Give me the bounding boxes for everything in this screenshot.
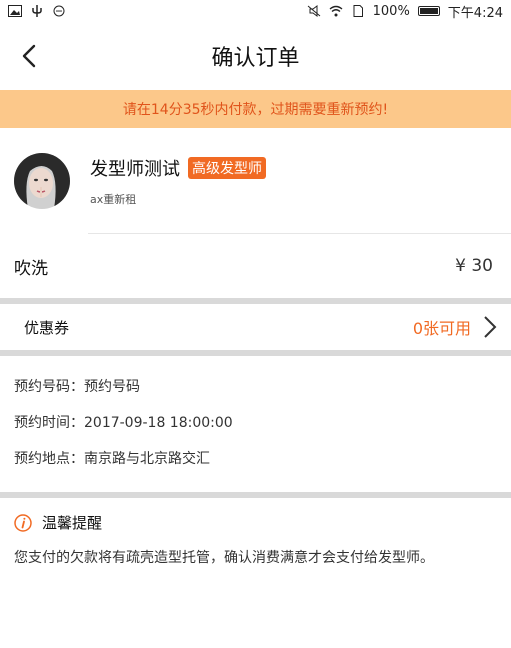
appointment-time: 预约时间：2017-09-18 18:00:00 <box>14 415 233 431</box>
reminder-text: 您支付的欠款将有疏壳造型托管，确认消费满意才会支付给发型师。 <box>14 550 434 566</box>
info-icon <box>14 513 32 532</box>
status-bar: 100% 下午4:24 <box>0 0 511 22</box>
status-right: 100% 下午4:24 <box>307 2 503 21</box>
stylist-text: 发型师测试 高级发型师 ax重新租 <box>90 155 266 207</box>
reminder-header: 温馨提醒 <box>14 512 497 533</box>
image-icon <box>8 5 22 17</box>
stylist-name: 发型师测试 <box>90 158 180 180</box>
service-name: 吹洗 <box>14 258 48 279</box>
usb-icon <box>32 5 42 17</box>
appointment-details: 预约号码：预约号码 预约时间：2017-09-18 18:00:00 预约地点：… <box>0 356 511 492</box>
reminder-section: 温馨提醒 您支付的欠款将有疏壳造型托管，确认消费满意才会支付给发型师。 <box>0 498 511 648</box>
sync-icon <box>53 5 65 17</box>
coupon-label: 优惠券 <box>24 318 70 337</box>
payment-timer-banner: 请在14分35秒内付款，过期需要重新预约! <box>0 90 511 128</box>
page-title: 确认订单 <box>211 46 300 71</box>
service-price: ¥ 30 <box>455 256 493 276</box>
clock: 下午4:24 <box>447 5 503 21</box>
service-row: 吹洗 ¥ 30 <box>0 234 511 298</box>
stylist-name-row: 发型师测试 高级发型师 <box>90 155 266 181</box>
coupon-available-count: 0张可用 <box>412 319 471 338</box>
wifi-icon <box>329 5 343 17</box>
stylist-subtitle: ax重新租 <box>90 192 137 206</box>
stylist-level-badge: 高级发型师 <box>188 156 266 179</box>
battery-percent: 100% <box>372 3 410 19</box>
avatar <box>14 152 70 209</box>
sim-icon <box>353 5 363 17</box>
back-arrow-icon[interactable] <box>16 42 44 70</box>
reminder-title: 温馨提醒 <box>42 514 103 532</box>
battery-icon <box>417 6 440 16</box>
appointment-location: 预约地点：南京路与北京路交汇 <box>14 451 210 467</box>
coupon-row[interactable]: 优惠券 0张可用 <box>0 304 511 350</box>
appointment-number: 预约号码：预约号码 <box>14 379 140 395</box>
title-bar: 确认订单 <box>0 22 511 90</box>
order-card: 发型师测试 高级发型师 ax重新租 吹洗 ¥ 30 <box>0 128 511 298</box>
mute-icon <box>307 5 320 17</box>
coupon-right: 0张可用 <box>413 315 497 339</box>
chevron-right-icon <box>484 316 497 338</box>
stylist-info-row[interactable]: 发型师测试 高级发型师 ax重新租 <box>0 128 511 233</box>
status-left <box>8 5 66 17</box>
